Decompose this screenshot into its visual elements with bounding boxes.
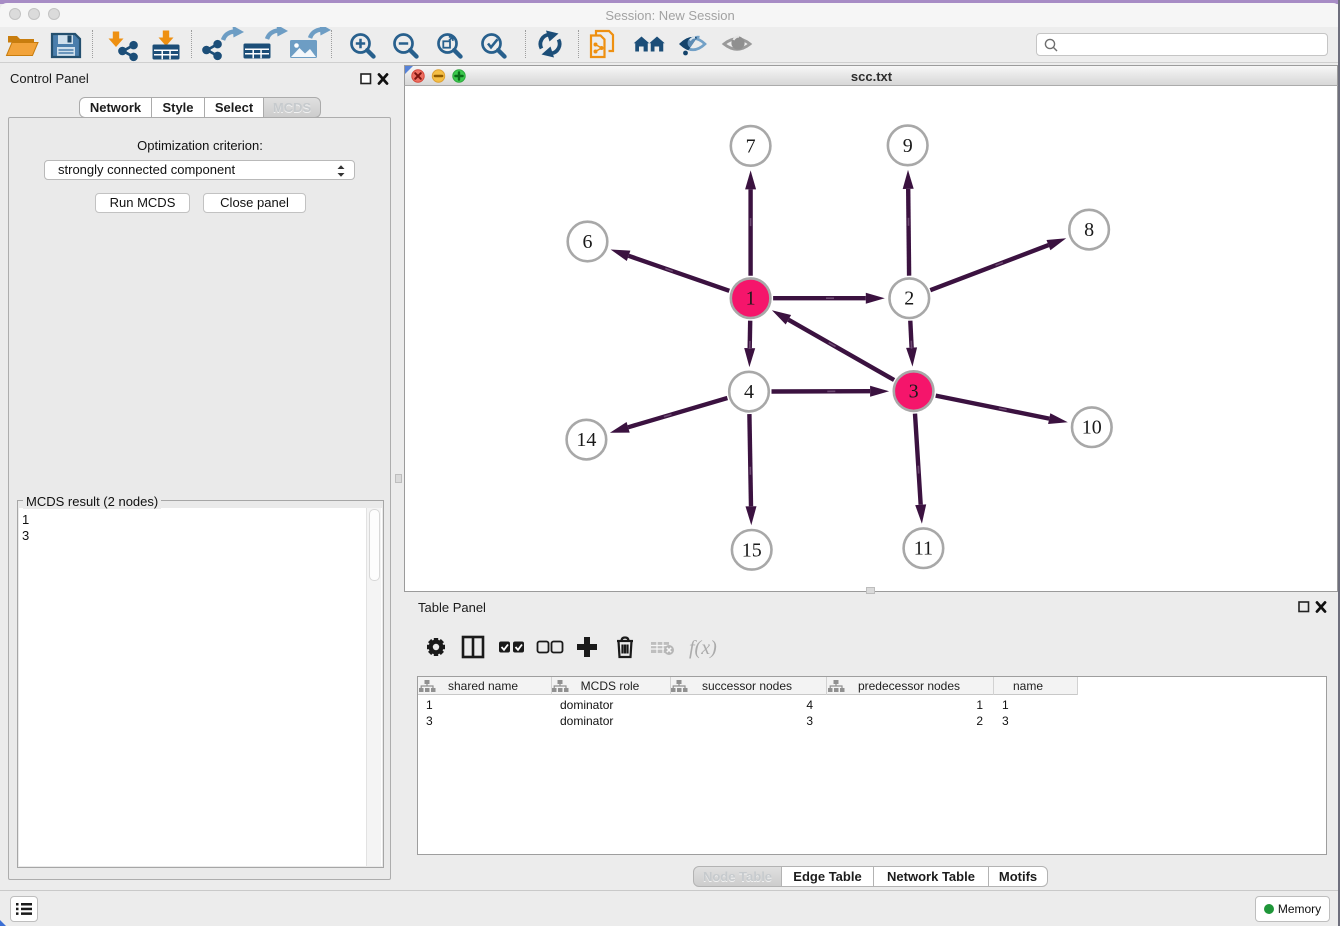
svg-text:11: 11	[914, 538, 933, 560]
svg-text:4: 4	[744, 381, 754, 403]
svg-text:14: 14	[576, 429, 596, 451]
svg-text:8: 8	[1084, 219, 1094, 241]
svg-text:7: 7	[746, 135, 756, 157]
svg-text:3: 3	[909, 381, 919, 403]
svg-text:6: 6	[583, 231, 593, 253]
svg-text:2: 2	[904, 288, 914, 310]
svg-text:9: 9	[903, 135, 913, 157]
svg-text:f(x): f(x)	[689, 637, 717, 659]
svg-text:15: 15	[742, 539, 762, 561]
svg-text:1: 1	[746, 288, 756, 310]
svg-text:10: 10	[1082, 417, 1102, 439]
